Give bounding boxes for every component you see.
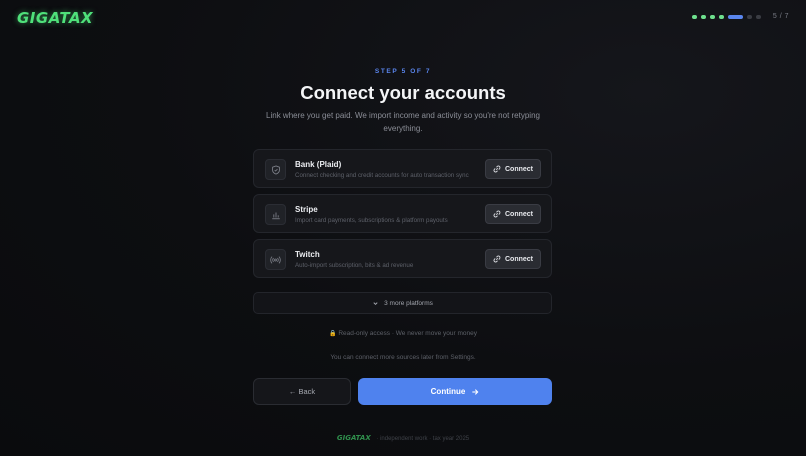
account-card-stripe: Stripe Import card payments, subscriptio…	[253, 194, 552, 233]
progress-dot-complete	[718, 14, 724, 19]
link-icon	[493, 165, 501, 173]
footer: GIGATAX · independent work · tax year 20…	[0, 434, 806, 442]
step-progress: 5 / 7	[691, 13, 789, 20]
step-label: STEP 5 OF 7	[374, 68, 432, 75]
shield-icon	[265, 159, 286, 180]
broadcast-icon	[265, 249, 286, 270]
step-counter: 5 / 7	[772, 13, 789, 20]
connect-stripe-button[interactable]: Connect	[485, 204, 541, 224]
account-card-bank: Bank (Plaid) Connect checking and credit…	[253, 149, 552, 188]
continue-button[interactable]: Continue	[358, 378, 552, 405]
page-title: Connect your accounts	[300, 82, 506, 103]
progress-dot-complete	[691, 14, 697, 19]
link-icon	[493, 255, 501, 263]
continue-label: Continue	[430, 387, 466, 396]
read-only-text: Read-only access · We never move your mo…	[338, 330, 477, 337]
bar-chart-icon	[265, 204, 286, 225]
account-description: Auto-import subscription, bits & ad reve…	[295, 262, 414, 269]
brand-logo: GIGATAX	[17, 9, 94, 27]
link-icon	[493, 210, 501, 218]
lock-icon: 🔒	[329, 331, 337, 337]
connect-label: Connect	[505, 165, 533, 173]
connect-later-note: You can connect more sources later from …	[330, 354, 476, 361]
progress-dot-pending	[755, 14, 761, 19]
page-subtitle: Link where you get paid. We import incom…	[266, 111, 540, 133]
account-name: Twitch	[295, 250, 320, 259]
more-platforms-toggle[interactable]: 3 more platforms	[253, 292, 552, 314]
back-button[interactable]: ← Back	[253, 378, 351, 405]
account-description: Connect checking and credit accounts for…	[295, 172, 469, 179]
account-card-twitch: Twitch Auto-import subscription, bits & …	[253, 239, 552, 278]
connect-twitch-button[interactable]: Connect	[485, 249, 541, 269]
read-only-note: 🔒 Read-only access · We never move your …	[0, 330, 806, 337]
arrow-right-icon	[472, 388, 479, 395]
connect-label: Connect	[505, 255, 533, 263]
more-platforms-label: 3 more platforms	[384, 299, 433, 307]
account-name: Bank (Plaid)	[295, 160, 342, 169]
progress-dot-pending	[746, 14, 752, 19]
footer-logo: GIGATAX	[336, 434, 371, 442]
progress-dot-complete	[700, 14, 706, 19]
account-description: Import card payments, subscriptions & pl…	[295, 217, 448, 224]
progress-dot-current	[727, 14, 743, 19]
footer-text: · independent work · tax year 2025	[376, 436, 470, 442]
connect-bank-button[interactable]: Connect	[485, 159, 541, 179]
chevron-down-icon	[373, 301, 378, 305]
progress-dot-complete	[709, 14, 715, 19]
account-name: Stripe	[295, 205, 318, 214]
connect-label: Connect	[505, 210, 533, 218]
